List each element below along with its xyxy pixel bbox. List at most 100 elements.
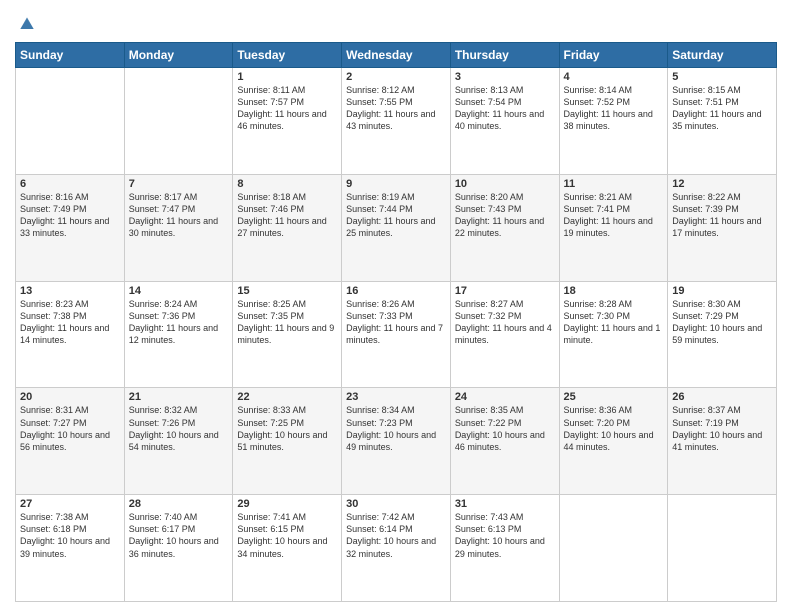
cell-text: Sunset: 6:15 PM [237, 523, 337, 535]
calendar-cell: 17Sunrise: 8:27 AMSunset: 7:32 PMDayligh… [450, 281, 559, 388]
cell-text: Daylight: 10 hours and 32 minutes. [346, 535, 446, 559]
day-number: 23 [346, 391, 446, 403]
weekday-header: Tuesday [233, 43, 342, 68]
calendar-cell: 22Sunrise: 8:33 AMSunset: 7:25 PMDayligh… [233, 388, 342, 495]
calendar-cell: 7Sunrise: 8:17 AMSunset: 7:47 PMDaylight… [124, 174, 233, 281]
cell-text: Sunrise: 8:14 AM [564, 84, 664, 96]
day-number: 26 [672, 391, 772, 403]
cell-text: Sunrise: 8:16 AM [20, 191, 120, 203]
calendar-cell: 1Sunrise: 8:11 AMSunset: 7:57 PMDaylight… [233, 68, 342, 175]
calendar-week-row: 27Sunrise: 7:38 AMSunset: 6:18 PMDayligh… [16, 495, 777, 602]
cell-text: Sunrise: 8:28 AM [564, 298, 664, 310]
day-number: 4 [564, 71, 664, 83]
page-container: SundayMondayTuesdayWednesdayThursdayFrid… [0, 0, 792, 612]
cell-text: Daylight: 11 hours and 43 minutes. [346, 108, 446, 132]
page-header [15, 10, 777, 34]
cell-text: Sunset: 7:51 PM [672, 96, 772, 108]
cell-text: Sunrise: 8:35 AM [455, 404, 555, 416]
cell-text: Sunset: 7:46 PM [237, 203, 337, 215]
cell-text: Daylight: 11 hours and 33 minutes. [20, 215, 120, 239]
calendar-cell: 16Sunrise: 8:26 AMSunset: 7:33 PMDayligh… [342, 281, 451, 388]
calendar-cell: 6Sunrise: 8:16 AMSunset: 7:49 PMDaylight… [16, 174, 125, 281]
weekday-header: Wednesday [342, 43, 451, 68]
calendar-cell: 26Sunrise: 8:37 AMSunset: 7:19 PMDayligh… [668, 388, 777, 495]
calendar-cell: 23Sunrise: 8:34 AMSunset: 7:23 PMDayligh… [342, 388, 451, 495]
day-number: 27 [20, 498, 120, 510]
cell-text: Daylight: 11 hours and 38 minutes. [564, 108, 664, 132]
cell-text: Daylight: 11 hours and 17 minutes. [672, 215, 772, 239]
cell-text: Sunrise: 7:42 AM [346, 511, 446, 523]
cell-text: Daylight: 10 hours and 54 minutes. [129, 429, 229, 453]
day-number: 30 [346, 498, 446, 510]
cell-text: Sunset: 7:25 PM [237, 417, 337, 429]
cell-text: Sunset: 7:38 PM [20, 310, 120, 322]
cell-text: Daylight: 10 hours and 36 minutes. [129, 535, 229, 559]
day-number: 29 [237, 498, 337, 510]
cell-text: Daylight: 10 hours and 51 minutes. [237, 429, 337, 453]
calendar-cell [16, 68, 125, 175]
calendar-cell: 14Sunrise: 8:24 AMSunset: 7:36 PMDayligh… [124, 281, 233, 388]
day-number: 28 [129, 498, 229, 510]
calendar-cell: 8Sunrise: 8:18 AMSunset: 7:46 PMDaylight… [233, 174, 342, 281]
cell-text: Sunset: 7:32 PM [455, 310, 555, 322]
cell-text: Sunrise: 8:13 AM [455, 84, 555, 96]
cell-text: Sunrise: 8:36 AM [564, 404, 664, 416]
calendar-cell: 28Sunrise: 7:40 AMSunset: 6:17 PMDayligh… [124, 495, 233, 602]
cell-text: Sunset: 6:14 PM [346, 523, 446, 535]
calendar-cell: 10Sunrise: 8:20 AMSunset: 7:43 PMDayligh… [450, 174, 559, 281]
cell-text: Sunset: 7:33 PM [346, 310, 446, 322]
cell-text: Daylight: 10 hours and 29 minutes. [455, 535, 555, 559]
day-number: 1 [237, 71, 337, 83]
cell-text: Sunset: 7:39 PM [672, 203, 772, 215]
calendar-cell: 20Sunrise: 8:31 AMSunset: 7:27 PMDayligh… [16, 388, 125, 495]
cell-text: Sunrise: 8:22 AM [672, 191, 772, 203]
day-number: 17 [455, 285, 555, 297]
cell-text: Daylight: 11 hours and 46 minutes. [237, 108, 337, 132]
calendar-cell: 2Sunrise: 8:12 AMSunset: 7:55 PMDaylight… [342, 68, 451, 175]
day-number: 24 [455, 391, 555, 403]
day-number: 15 [237, 285, 337, 297]
day-number: 7 [129, 178, 229, 190]
cell-text: Sunrise: 8:34 AM [346, 404, 446, 416]
cell-text: Daylight: 11 hours and 9 minutes. [237, 322, 337, 346]
cell-text: Sunset: 7:47 PM [129, 203, 229, 215]
calendar-cell: 12Sunrise: 8:22 AMSunset: 7:39 PMDayligh… [668, 174, 777, 281]
day-number: 22 [237, 391, 337, 403]
cell-text: Daylight: 11 hours and 12 minutes. [129, 322, 229, 346]
cell-text: Sunrise: 8:11 AM [237, 84, 337, 96]
cell-text: Daylight: 10 hours and 34 minutes. [237, 535, 337, 559]
cell-text: Daylight: 10 hours and 59 minutes. [672, 322, 772, 346]
cell-text: Sunset: 6:13 PM [455, 523, 555, 535]
calendar-cell [124, 68, 233, 175]
day-number: 18 [564, 285, 664, 297]
calendar-week-row: 13Sunrise: 8:23 AMSunset: 7:38 PMDayligh… [16, 281, 777, 388]
cell-text: Daylight: 11 hours and 7 minutes. [346, 322, 446, 346]
cell-text: Sunset: 7:43 PM [455, 203, 555, 215]
cell-text: Daylight: 10 hours and 39 minutes. [20, 535, 120, 559]
cell-text: Sunrise: 7:40 AM [129, 511, 229, 523]
logo [15, 14, 37, 34]
cell-text: Sunset: 7:52 PM [564, 96, 664, 108]
calendar-cell: 24Sunrise: 8:35 AMSunset: 7:22 PMDayligh… [450, 388, 559, 495]
calendar-cell: 15Sunrise: 8:25 AMSunset: 7:35 PMDayligh… [233, 281, 342, 388]
calendar-cell: 13Sunrise: 8:23 AMSunset: 7:38 PMDayligh… [16, 281, 125, 388]
calendar-cell: 29Sunrise: 7:41 AMSunset: 6:15 PMDayligh… [233, 495, 342, 602]
cell-text: Sunset: 7:23 PM [346, 417, 446, 429]
calendar-header-row: SundayMondayTuesdayWednesdayThursdayFrid… [16, 43, 777, 68]
cell-text: Sunset: 7:57 PM [237, 96, 337, 108]
cell-text: Sunrise: 8:19 AM [346, 191, 446, 203]
cell-text: Sunrise: 8:18 AM [237, 191, 337, 203]
cell-text: Daylight: 11 hours and 25 minutes. [346, 215, 446, 239]
day-number: 3 [455, 71, 555, 83]
cell-text: Sunset: 7:35 PM [237, 310, 337, 322]
logo-icon [17, 14, 37, 34]
cell-text: Sunrise: 8:23 AM [20, 298, 120, 310]
weekday-header: Sunday [16, 43, 125, 68]
cell-text: Sunset: 7:29 PM [672, 310, 772, 322]
cell-text: Sunrise: 8:17 AM [129, 191, 229, 203]
cell-text: Sunrise: 8:20 AM [455, 191, 555, 203]
cell-text: Daylight: 11 hours and 19 minutes. [564, 215, 664, 239]
calendar-cell: 9Sunrise: 8:19 AMSunset: 7:44 PMDaylight… [342, 174, 451, 281]
cell-text: Sunrise: 8:33 AM [237, 404, 337, 416]
cell-text: Sunrise: 8:25 AM [237, 298, 337, 310]
